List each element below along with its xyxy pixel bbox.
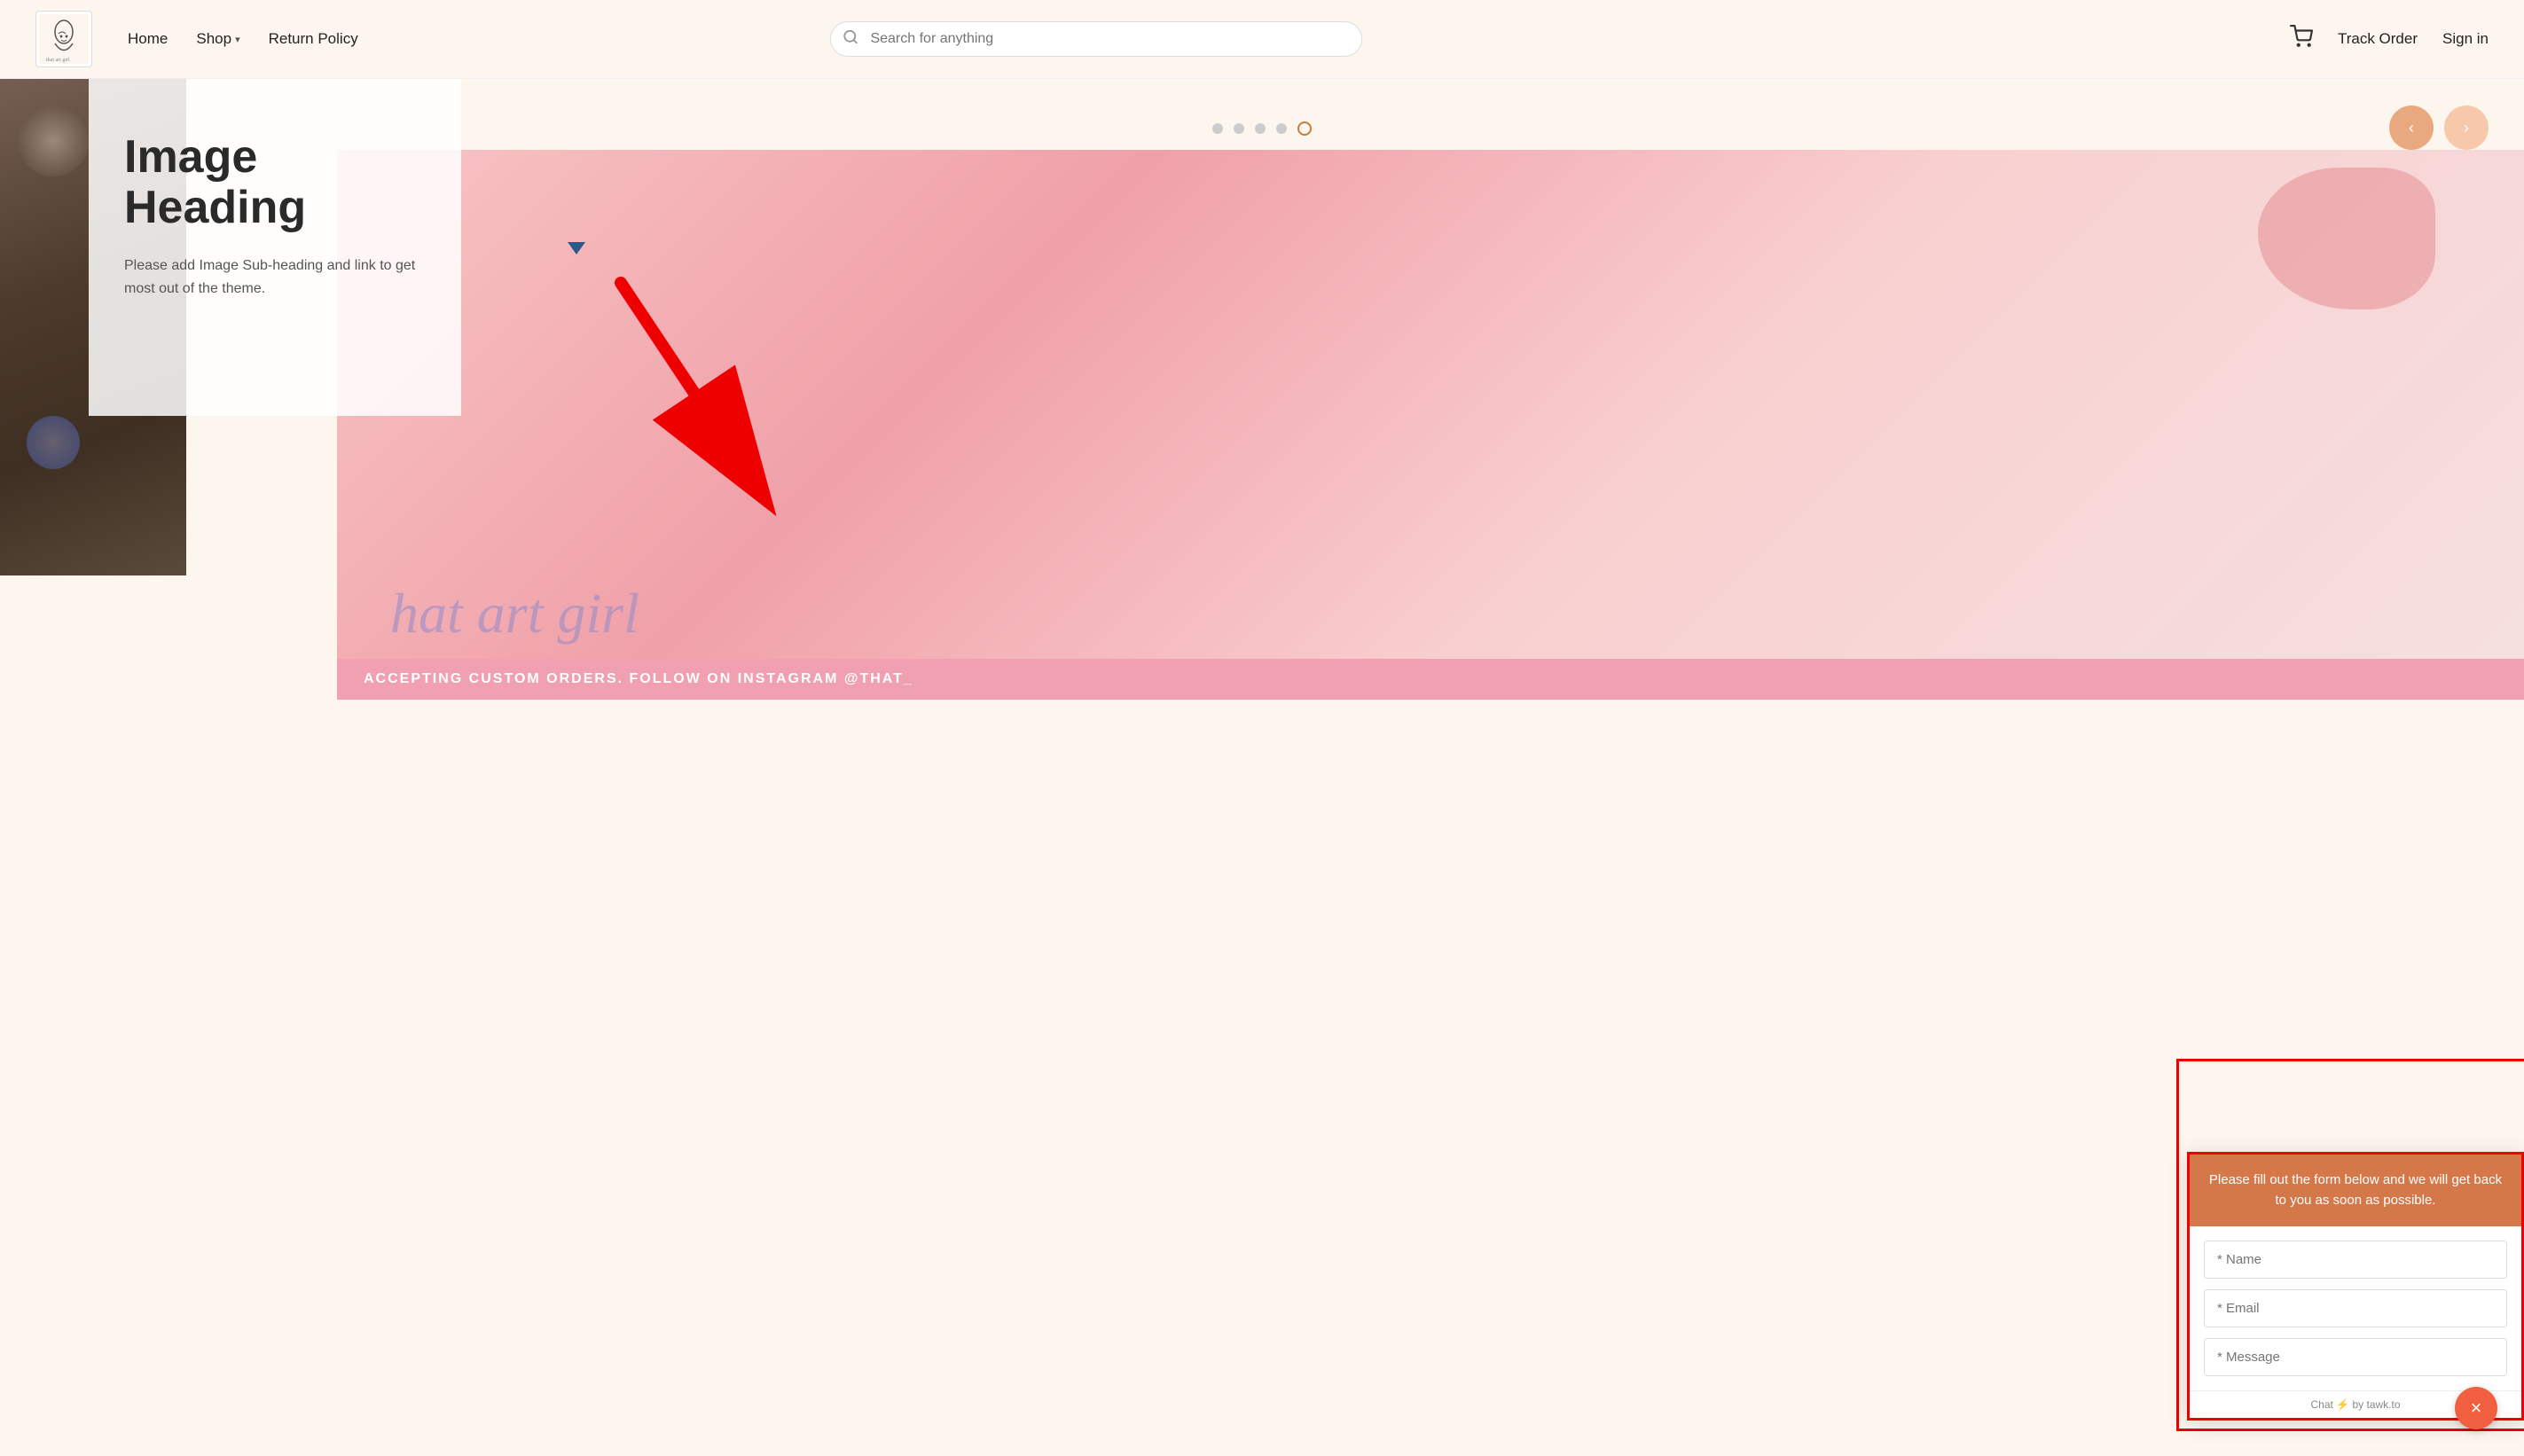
slide-dot-4[interactable] [1276,123,1287,134]
hero-heading: ImageHeading [124,132,426,233]
search-bar [830,21,1362,57]
site-header: that art girl Home Shop ▾ Return Policy … [0,0,2524,79]
slide-dot-2[interactable] [1234,123,1244,134]
hero-slide-pink: hat art girl [337,150,2524,700]
chat-widget: Please fill out the form below and we wi… [2187,1152,2524,1421]
nav-home[interactable]: Home [128,30,168,48]
chat-email-input[interactable] [2204,1289,2507,1327]
hero-text-card: ImageHeading Please add Image Sub-headin… [89,79,461,416]
slide-dot-1[interactable] [1212,123,1223,134]
chat-body [2190,1226,2521,1390]
ticker-bar: ACCEPTING CUSTOM ORDERS. FOLLOW ON INSTA… [337,659,2524,700]
chat-name-input[interactable] [2204,1241,2507,1279]
slider-next-button[interactable]: › [2444,106,2489,150]
slider-dots [1212,121,1312,136]
dropdown-indicator [568,242,585,254]
chat-header: Please fill out the form below and we wi… [2190,1155,2521,1226]
slide-dot-5[interactable] [1297,121,1312,136]
pink-blob [2258,168,2435,309]
nav-return-policy[interactable]: Return Policy [269,30,358,48]
search-icon [843,29,858,50]
logo[interactable]: that art girl [35,11,92,67]
track-order-link[interactable]: Track Order [2338,30,2418,48]
slider-prev-button[interactable]: ‹ [2389,106,2434,150]
script-brand-text: hat art girl [390,581,639,646]
search-input[interactable] [830,21,1362,57]
nav-shop[interactable]: Shop ▾ [196,30,239,48]
slide-dot-3[interactable] [1255,123,1266,134]
svg-text:that art girl: that art girl [46,58,70,63]
slider-nav: ‹ › [2389,106,2489,150]
chat-message-input[interactable] [2204,1338,2507,1376]
cart-icon[interactable] [2290,25,2313,53]
chat-close-button[interactable]: × [2455,1387,2497,1429]
main-content: ‹ › ImageHeading Please add Image Sub-he… [0,79,2524,700]
main-nav: Home Shop ▾ Return Policy [128,30,358,48]
lightning-icon: ⚡ [2336,1398,2349,1411]
sign-in-link[interactable]: Sign in [2442,30,2489,48]
shop-chevron-icon: ▾ [235,34,240,45]
header-actions: Track Order Sign in [2290,25,2489,53]
hero-subheading: Please add Image Sub-heading and link to… [124,254,426,300]
